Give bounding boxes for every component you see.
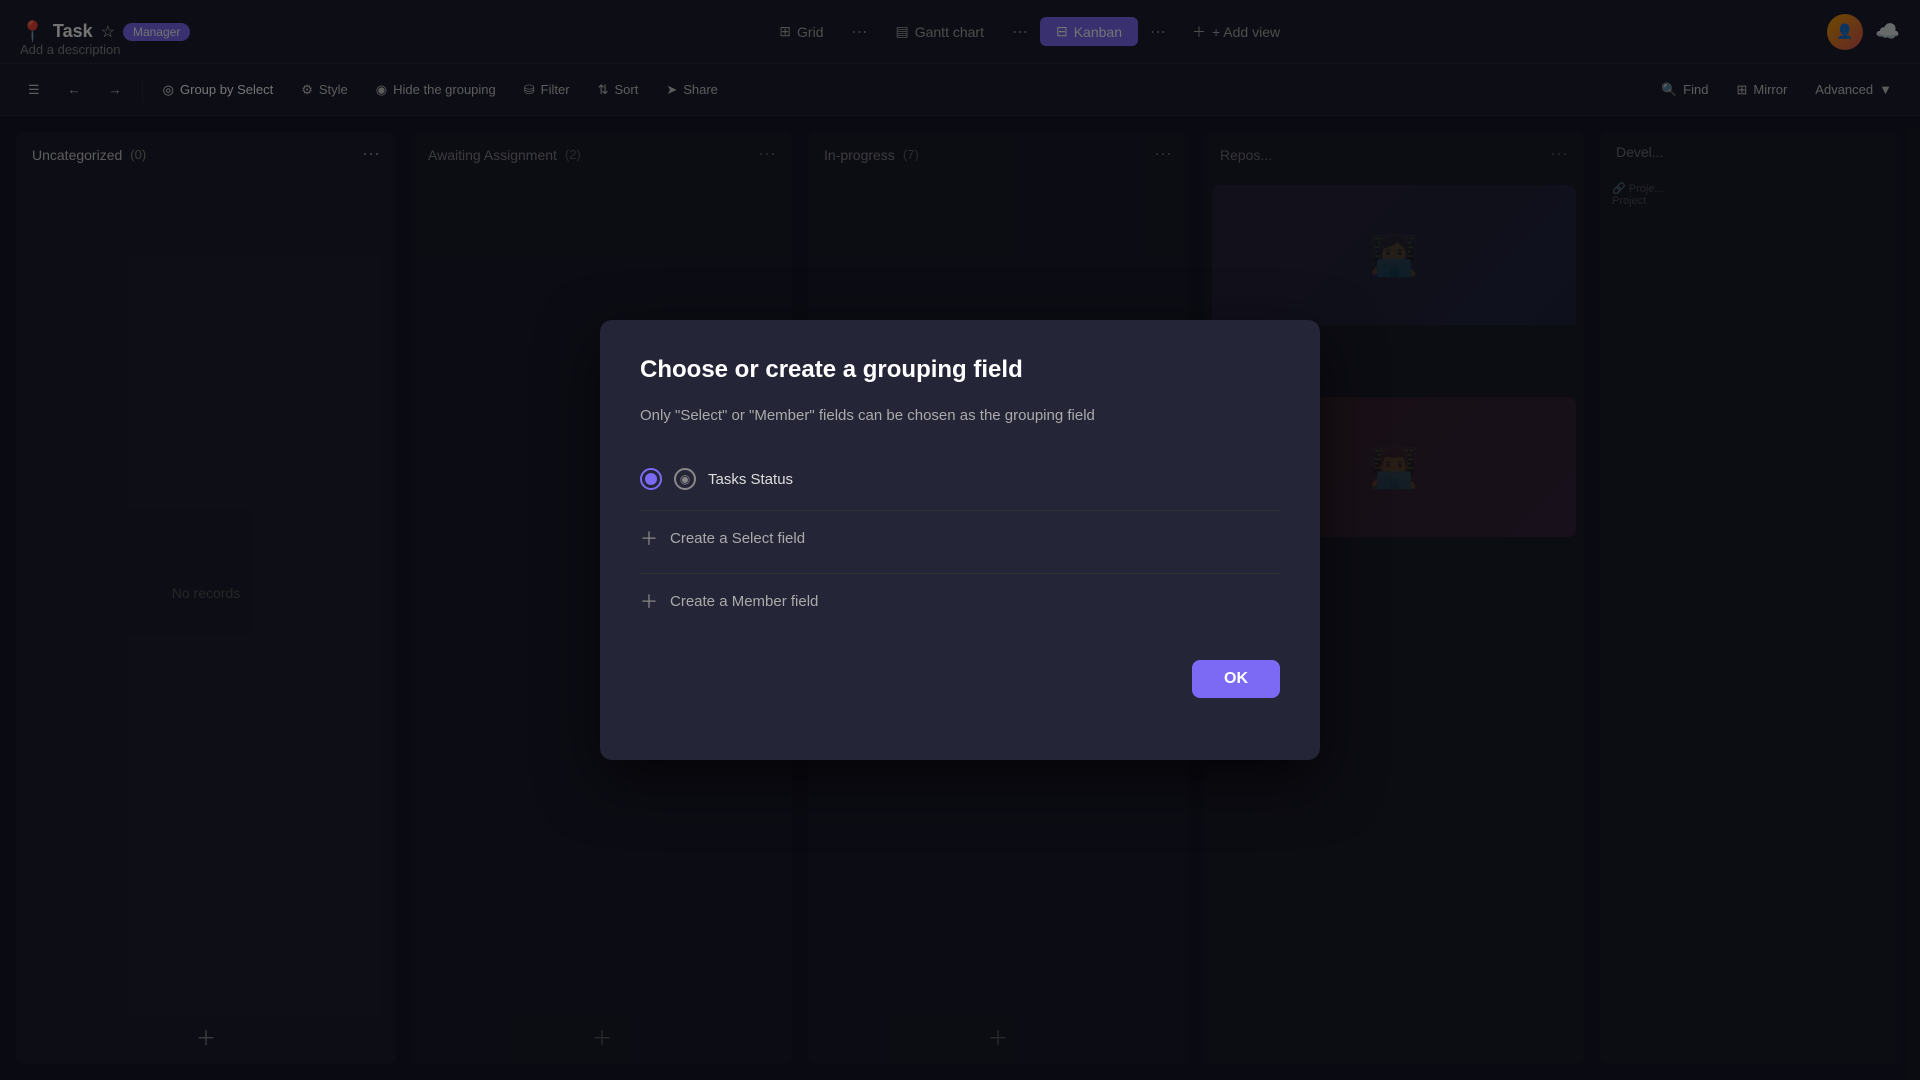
create-select-label: Create a Select field (670, 530, 805, 547)
tasks-status-label: Tasks Status (708, 471, 793, 488)
status-circle-icon: ◉ (674, 468, 696, 490)
create-member-plus-icon: ＋ (640, 588, 658, 614)
create-member-field-option[interactable]: ＋ Create a Member field (640, 573, 1280, 628)
create-select-plus-icon: ＋ (640, 525, 658, 551)
ok-button[interactable]: OK (1192, 660, 1280, 698)
modal-description: Only "Select" or "Member" fields can be … (640, 404, 1280, 428)
modal-title: Choose or create a grouping field (640, 356, 1280, 384)
create-select-field-option[interactable]: ＋ Create a Select field (640, 510, 1280, 565)
create-member-label: Create a Member field (670, 593, 818, 610)
grouping-field-modal: Choose or create a grouping field Only "… (600, 320, 1320, 760)
modal-overlay: Choose or create a grouping field Only "… (0, 0, 1920, 1080)
modal-footer: OK (640, 660, 1280, 698)
modal-option-tasks-status[interactable]: ◉ Tasks Status (640, 456, 1280, 502)
radio-outer-tasks-status (640, 468, 662, 490)
radio-inner-tasks-status (645, 473, 657, 485)
